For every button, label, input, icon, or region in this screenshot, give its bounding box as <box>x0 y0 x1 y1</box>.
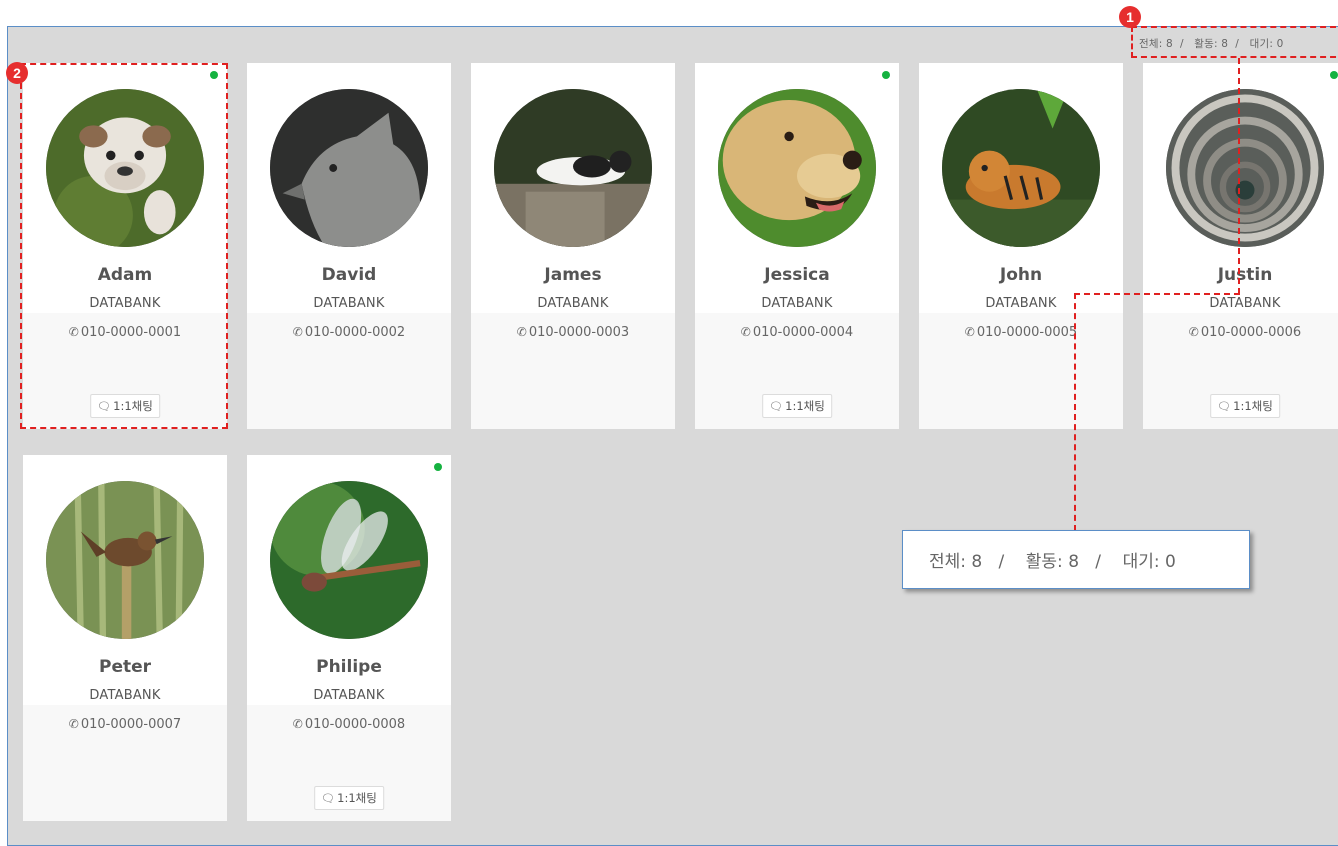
profile-photo <box>718 89 876 247</box>
phone-icon: ✆ <box>292 325 303 339</box>
contact-card-john[interactable]: John DATABANK ✆ 010-0000-0005 <box>919 63 1123 429</box>
annotation-leader-horizontal <box>1074 293 1240 295</box>
phone-icon: ✆ <box>964 325 975 339</box>
chat-button[interactable]: 🗨︎ 1:1채팅 <box>762 394 832 418</box>
annotation-box-card <box>20 63 228 429</box>
contact-name: John <box>999 265 1043 285</box>
online-status-dot <box>882 71 890 79</box>
phone-number: 010-0000-0007 <box>80 717 182 732</box>
phone-icon: ✆ <box>68 717 79 731</box>
phone-number: 010-0000-0002 <box>304 325 406 340</box>
contact-organization: DATABANK <box>985 296 1057 311</box>
profile-photo <box>46 481 204 639</box>
contact-organization: DATABANK <box>313 688 385 703</box>
contact-phone[interactable]: ✆ 010-0000-0007 <box>23 717 227 732</box>
profile-photo <box>942 89 1100 247</box>
contact-name: David <box>321 265 377 285</box>
chat-button-label: 1:1채팅 <box>337 791 377 805</box>
annotation-badge-1: 1 <box>1119 6 1141 28</box>
contact-card-james[interactable]: James DATABANK ✆ 010-0000-0003 <box>471 63 675 429</box>
phone-number: 010-0000-0005 <box>976 325 1078 340</box>
contact-card-jessica[interactable]: Jessica DATABANK ✆ 010-0000-0004 🗨︎ 1:1채팅 <box>695 63 899 429</box>
contact-card-peter[interactable]: Peter DATABANK ✆ 010-0000-0007 <box>23 455 227 821</box>
contact-phone[interactable]: ✆ 010-0000-0002 <box>247 325 451 340</box>
chat-button[interactable]: 🗨︎ 1:1채팅 <box>1210 394 1280 418</box>
contact-organization: DATABANK <box>761 296 833 311</box>
contact-phone[interactable]: ✆ 010-0000-0005 <box>919 325 1123 340</box>
phone-number: 010-0000-0006 <box>1200 325 1302 340</box>
chat-button[interactable]: 🗨︎ 1:1채팅 <box>314 786 384 810</box>
contact-name: Philipe <box>316 657 382 677</box>
phone-icon: ✆ <box>292 717 303 731</box>
online-status-dot <box>1330 71 1338 79</box>
phone-icon: ✆ <box>516 325 527 339</box>
contact-name: James <box>544 265 602 285</box>
contact-organization: DATABANK <box>89 688 161 703</box>
phone-number: 010-0000-0008 <box>304 717 406 732</box>
contact-card-philipe[interactable]: Philipe DATABANK ✆ 010-0000-0008 🗨︎ 1:1채팅 <box>247 455 451 821</box>
phone-number: 010-0000-0003 <box>528 325 630 340</box>
contact-phone[interactable]: ✆ 010-0000-0003 <box>471 325 675 340</box>
annotation-badge-2: 2 <box>6 62 28 84</box>
chat-bubble-icon: 🗨︎ <box>769 399 784 413</box>
contact-organization: DATABANK <box>1209 296 1281 311</box>
contact-name: Jessica <box>764 265 830 285</box>
contact-organization: DATABANK <box>537 296 609 311</box>
annotation-box-summary <box>1131 26 1338 58</box>
chat-bubble-icon: 🗨︎ <box>1217 399 1232 413</box>
contact-phone[interactable]: ✆ 010-0000-0008 <box>247 717 451 732</box>
contact-organization: DATABANK <box>313 296 385 311</box>
chat-button-label: 1:1채팅 <box>1233 399 1273 413</box>
profile-photo <box>270 89 428 247</box>
phone-icon: ✆ <box>740 325 751 339</box>
phone-icon: ✆ <box>1188 325 1199 339</box>
contact-phone[interactable]: ✆ 010-0000-0006 <box>1143 325 1338 340</box>
profile-photo <box>270 481 428 639</box>
contact-name: Justin <box>1217 265 1273 285</box>
annotation-leader-vertical-top <box>1238 58 1240 294</box>
profile-photo <box>494 89 652 247</box>
online-status-dot <box>434 463 442 471</box>
contact-phone[interactable]: ✆ 010-0000-0004 <box>695 325 899 340</box>
contact-name: Peter <box>98 657 152 677</box>
contact-card-justin[interactable]: Justin DATABANK ✆ 010-0000-0006 🗨︎ 1:1채팅 <box>1143 63 1338 429</box>
chat-bubble-icon: 🗨︎ <box>321 791 336 805</box>
phone-number: 010-0000-0004 <box>752 325 854 340</box>
contact-card-david[interactable]: David DATABANK ✆ 010-0000-0002 <box>247 63 451 429</box>
profile-photo <box>1166 89 1324 247</box>
status-summary-callout: 전체: 8 / 활동: 8 / 대기: 0 <box>902 530 1250 589</box>
annotation-leader-vertical-bottom <box>1074 293 1076 531</box>
chat-button-label: 1:1채팅 <box>785 399 825 413</box>
